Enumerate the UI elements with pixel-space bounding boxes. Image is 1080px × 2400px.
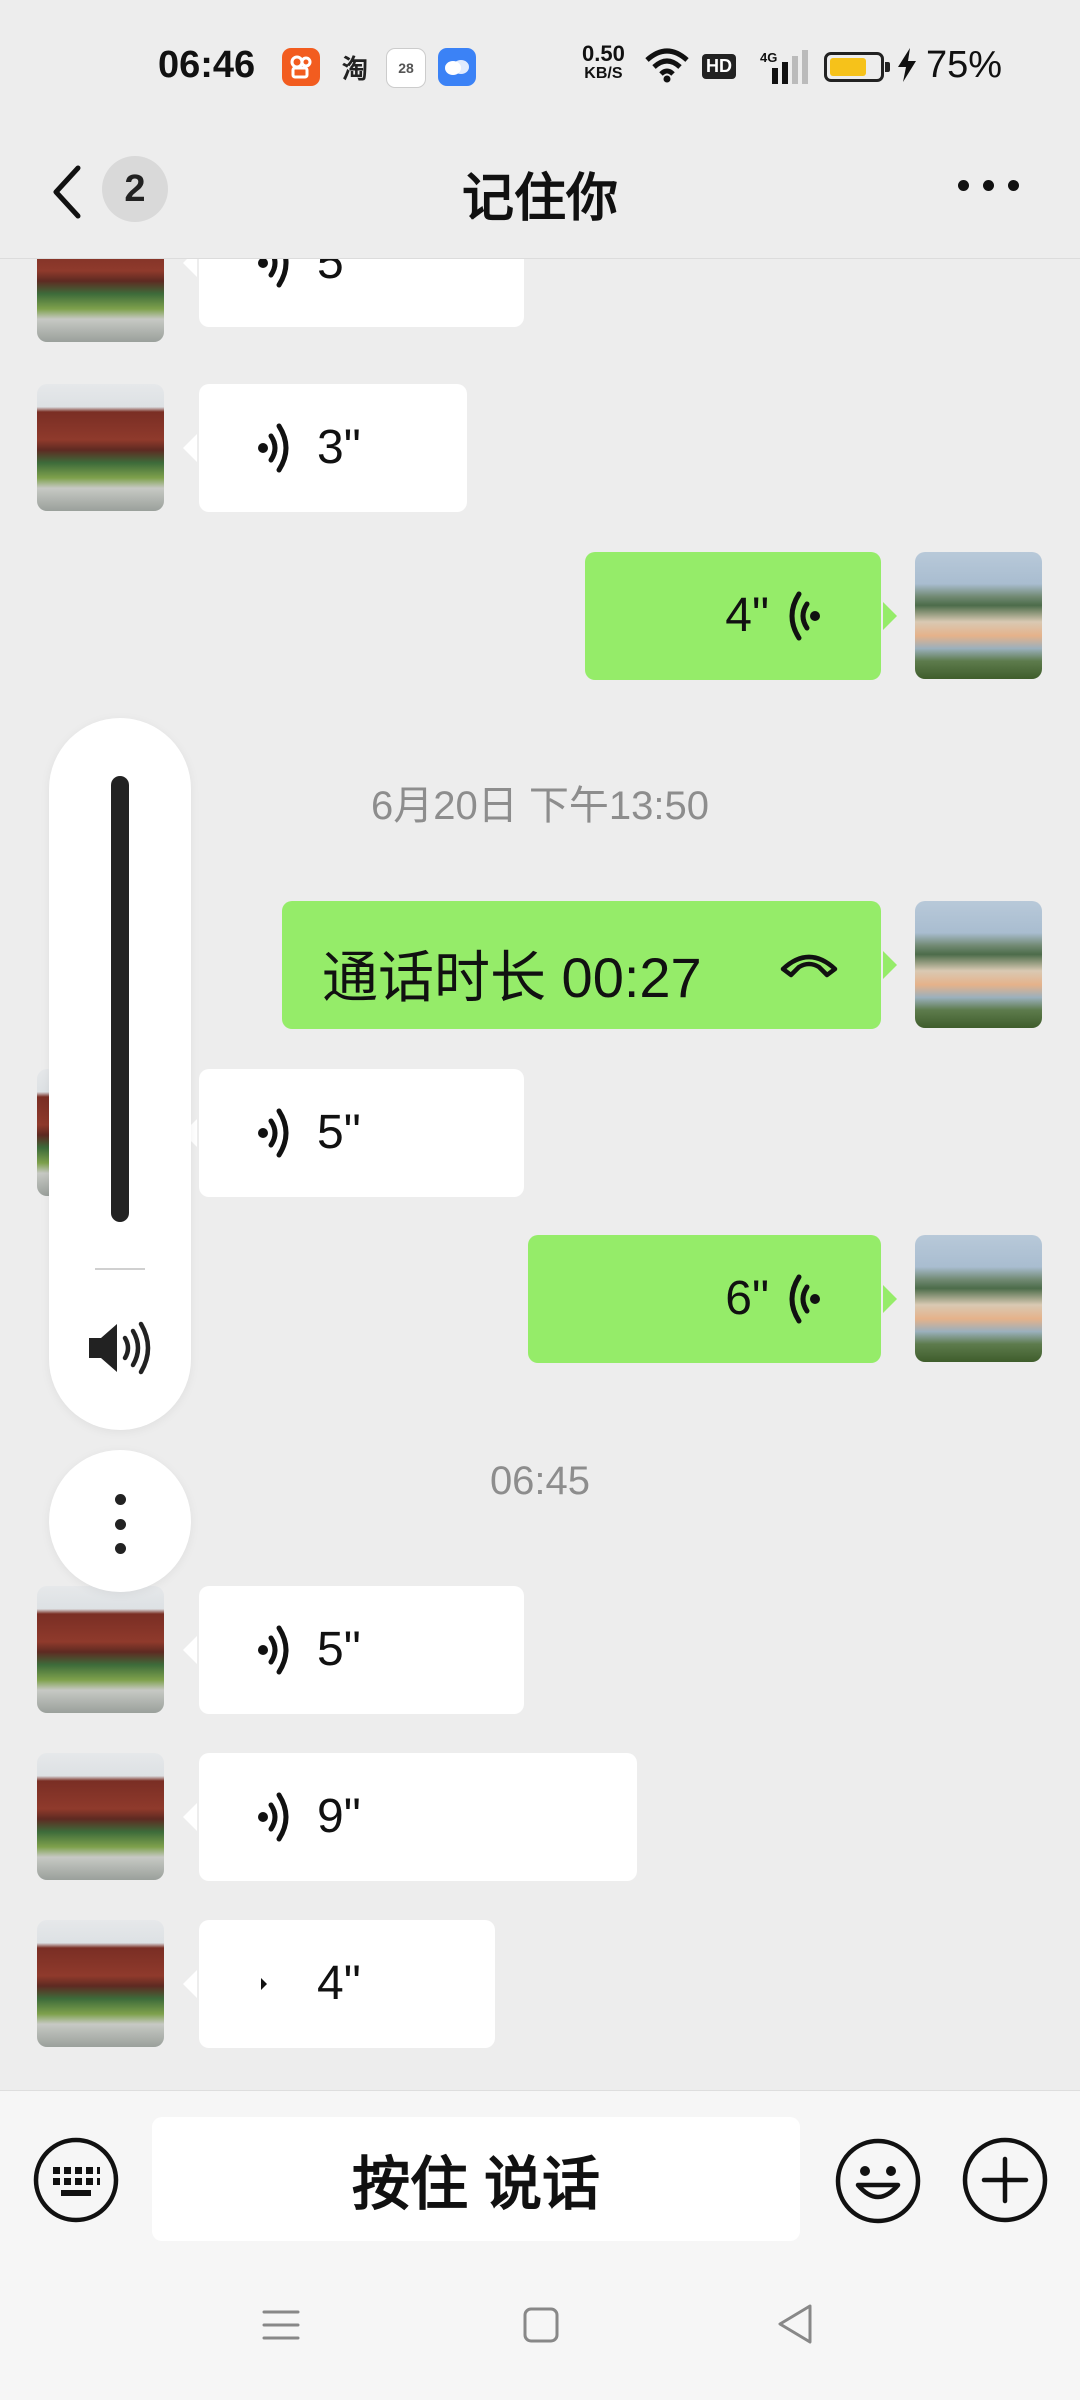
phone-hangup-icon: [780, 954, 838, 978]
contact-avatar[interactable]: [37, 259, 164, 342]
voice-duration: 5": [317, 1106, 361, 1159]
battery-fill: [830, 58, 866, 76]
keyboard-icon[interactable]: [33, 2137, 119, 2223]
voice-wave-icon: [258, 423, 289, 473]
volume-slider-panel[interactable]: [49, 718, 191, 1430]
hold-to-talk-button[interactable]: 按住 说话: [152, 2117, 800, 2241]
voice-message-outgoing[interactable]: 6": [528, 1235, 897, 1363]
contact-avatar[interactable]: [37, 1920, 164, 2047]
voice-message-incoming[interactable]: 5": [183, 259, 524, 327]
network-speed: 0.50 KB/S: [582, 41, 625, 84]
cloud-icon: [438, 48, 476, 86]
speaker-icon[interactable]: [85, 1318, 157, 1378]
voice-message-incoming[interactable]: 9": [183, 1753, 637, 1881]
voice-duration: 3": [317, 421, 361, 474]
my-avatar[interactable]: [915, 552, 1042, 679]
voice-wave-icon: [258, 259, 289, 288]
call-duration-text: 通话时长 00:27: [322, 946, 702, 1009]
contact-avatar[interactable]: [37, 1753, 164, 1880]
status-time: 06:46: [158, 44, 256, 86]
volume-more-button[interactable]: [49, 1450, 191, 1592]
voice-duration: 6": [725, 1272, 769, 1325]
nav-back-icon[interactable]: [776, 2302, 816, 2346]
contact-avatar[interactable]: [37, 384, 164, 511]
calendar-day: 28: [398, 60, 414, 76]
signal-icon: 4G: [760, 48, 810, 91]
system-nav-bar: [0, 2258, 1080, 2400]
kuaishou-icon: [282, 48, 320, 86]
voice-wave-icon: [258, 1625, 289, 1675]
my-avatar[interactable]: [915, 901, 1042, 1028]
voice-wave-icon: [789, 1274, 820, 1324]
network-speed-unit: KB/S: [584, 65, 623, 82]
voice-message-incoming[interactable]: 5": [183, 1586, 524, 1714]
voice-wave-icon: [258, 1108, 289, 1158]
taobao-icon: 淘: [341, 53, 368, 84]
volume-divider: [95, 1268, 145, 1270]
battery-icon: [824, 52, 890, 82]
contact-avatar[interactable]: [37, 1586, 164, 1713]
voice-duration: 4": [317, 1957, 361, 2010]
plus-icon[interactable]: [962, 2137, 1048, 2223]
network-speed-value: 0.50: [582, 41, 625, 66]
home-icon[interactable]: [522, 2306, 560, 2344]
voice-duration: 5": [317, 259, 361, 289]
voice-message-incoming-playing[interactable]: 4": [183, 1920, 495, 2048]
vertical-dots-icon: [113, 1494, 127, 1554]
chat-message-list[interactable]: 5" 3" 4" 6月20日 下午13:50 通话时长 00:27 5" 6" …: [0, 259, 1080, 2089]
voice-duration: 4": [725, 589, 769, 642]
chat-title: 记住你: [461, 170, 618, 228]
voice-duration: 9": [317, 1790, 361, 1843]
emoji-icon[interactable]: [834, 2137, 922, 2225]
voice-message-incoming[interactable]: 5": [183, 1069, 524, 1197]
my-avatar[interactable]: [915, 1235, 1042, 1362]
wifi-icon: [644, 48, 690, 89]
voice-wave-icon: [258, 1792, 289, 1842]
status-bar: 06:46 淘 28 0.50 KB/S HD 4G 75%: [0, 0, 1080, 130]
more-options-icon[interactable]: [958, 180, 1019, 191]
recent-apps-icon[interactable]: [262, 2306, 300, 2344]
voice-message-outgoing[interactable]: 4": [585, 552, 897, 680]
volume-slider-track[interactable]: [111, 776, 129, 1222]
voice-message-incoming[interactable]: 3": [183, 384, 467, 512]
voice-wave-icon: [789, 591, 820, 641]
signal-label: 4G: [760, 50, 777, 65]
charging-bolt-icon: [896, 48, 918, 90]
voice-playing-icon: [261, 1978, 267, 1990]
call-record-message[interactable]: 通话时长 00:27: [282, 901, 897, 1029]
voice-duration: 5": [317, 1623, 361, 1676]
chat-header: 2 记住你: [0, 130, 1080, 259]
hd-icon: HD: [702, 54, 736, 79]
chat-input-bar: 按住 说话: [0, 2090, 1080, 2259]
calendar-icon: 28: [386, 48, 426, 88]
battery-percent: 75%: [926, 44, 1003, 86]
